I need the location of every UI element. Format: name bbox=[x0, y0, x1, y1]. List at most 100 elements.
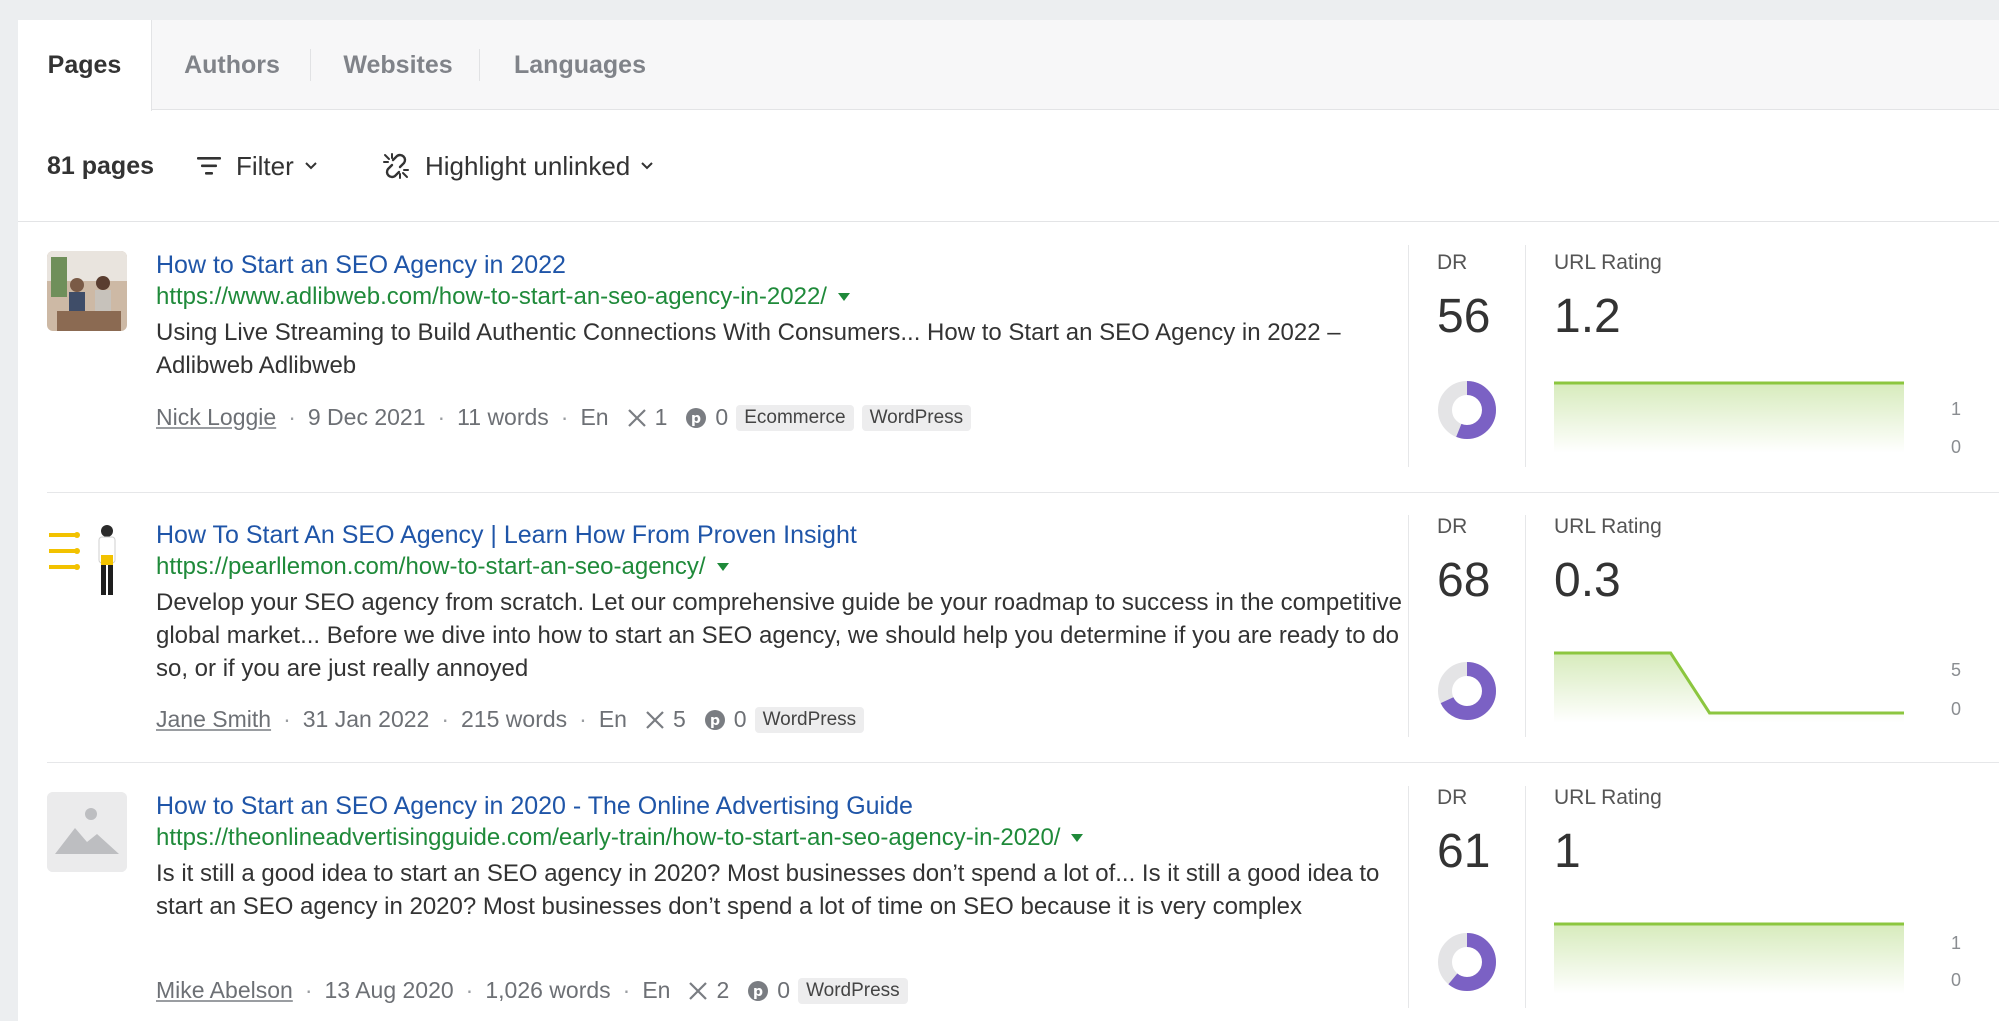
tag-badge: WordPress bbox=[754, 706, 865, 733]
results-panel: Pages Authors Websites Languages 81 page… bbox=[18, 20, 1999, 1021]
highlight-unlinked-button[interactable]: Highlight unlinked bbox=[381, 148, 654, 184]
table-row: How to Start an SEO Agency in 2020 - The… bbox=[47, 764, 1999, 1021]
page-snippet: Is it still a good idea to start an SEO … bbox=[156, 860, 1380, 920]
word-count: 1,026 words bbox=[485, 977, 611, 1003]
page-title-link[interactable]: How to Start an SEO Agency in 2022 bbox=[156, 251, 566, 280]
page-thumbnail[interactable] bbox=[47, 251, 127, 331]
x-shares: 5 bbox=[645, 706, 686, 733]
caret-down-icon[interactable] bbox=[1070, 833, 1084, 843]
tag-badge: Ecommerce bbox=[736, 404, 854, 431]
pinterest-icon: p bbox=[704, 709, 725, 730]
tab-languages[interactable]: Languages bbox=[484, 20, 676, 110]
svg-text:p: p bbox=[710, 713, 720, 729]
caret-down-icon[interactable] bbox=[837, 292, 851, 302]
url-rating-label: URL Rating bbox=[1554, 786, 1662, 809]
author-link[interactable]: Nick Loggie bbox=[156, 404, 276, 431]
pinterest-icon: p bbox=[686, 407, 707, 428]
author-link[interactable]: Mike Abelson bbox=[156, 977, 293, 1004]
highlight-unlinked-label: Highlight unlinked bbox=[425, 150, 631, 181]
page-title-link[interactable]: How To Start An SEO Agency | Learn How F… bbox=[156, 521, 857, 550]
svg-text:p: p bbox=[691, 411, 701, 427]
table-row: How To Start An SEO Agency | Learn How F… bbox=[47, 493, 1999, 763]
word-count: 11 words bbox=[457, 404, 549, 430]
sparkline-area bbox=[1554, 924, 1904, 994]
filter-button[interactable]: Filter bbox=[196, 148, 318, 184]
page-snippet: Using Live Streaming to Build Authentic … bbox=[156, 319, 1341, 379]
dr-value: 61 bbox=[1437, 825, 1491, 878]
tab-authors[interactable]: Authors bbox=[152, 20, 312, 110]
dr-donut bbox=[1438, 381, 1496, 439]
spark-y-min: 0 bbox=[1951, 970, 1962, 990]
tab-pages[interactable]: Pages bbox=[18, 20, 152, 111]
url-rating-sparkline bbox=[1554, 651, 1904, 723]
dr-donut bbox=[1438, 933, 1496, 991]
url-rating-label: URL Rating bbox=[1554, 515, 1662, 538]
url-rating-value: 1.2 bbox=[1554, 290, 1621, 343]
page-url-link[interactable]: https://pearllemon.com/how-to-start-an-s… bbox=[156, 553, 706, 581]
url-rating-label: URL Rating bbox=[1554, 251, 1662, 274]
dr-value: 56 bbox=[1437, 290, 1491, 343]
dr-value: 68 bbox=[1437, 554, 1491, 607]
svg-text:p: p bbox=[753, 984, 763, 1000]
chevron-down-icon bbox=[305, 162, 317, 170]
page-url-link[interactable]: https://www.adlibweb.com/how-to-start-an… bbox=[156, 283, 827, 311]
spark-y-min: 0 bbox=[1951, 437, 1962, 457]
x-icon bbox=[646, 710, 664, 729]
page-url-link[interactable]: https://theonlineadvertisingguide.com/ea… bbox=[156, 824, 1060, 852]
language: En bbox=[598, 706, 627, 732]
tab-separator bbox=[310, 49, 311, 81]
toolbar: 81 pages Filter Highlight unlinked bbox=[18, 110, 1999, 222]
url-rating-sparkline bbox=[1554, 922, 1904, 994]
dr-label: DR bbox=[1437, 786, 1468, 809]
x-icon bbox=[689, 981, 708, 1000]
url-rating-value: 0.3 bbox=[1554, 554, 1621, 607]
dr-donut bbox=[1438, 662, 1496, 720]
x-shares: 1 bbox=[627, 404, 667, 431]
page-url[interactable]: https://pearllemon.com/how-to-start-an-s… bbox=[156, 553, 730, 581]
spark-y-max: 1 bbox=[1951, 933, 1962, 953]
spark-y-max: 5 bbox=[1951, 660, 1962, 680]
dr-label: DR bbox=[1437, 515, 1468, 538]
x-icon bbox=[627, 408, 646, 427]
pinterest-icon: p bbox=[748, 980, 769, 1001]
tag-badge: WordPress bbox=[861, 404, 972, 431]
language: En bbox=[642, 977, 671, 1003]
page-meta: Jane Smith · 31 Jan 2022 · 215 words · E… bbox=[156, 706, 865, 733]
publish-date: 31 Jan 2022 bbox=[302, 706, 430, 732]
filter-icon bbox=[197, 157, 221, 175]
spark-y-min: 0 bbox=[1951, 699, 1962, 719]
publish-date: 9 Dec 2021 bbox=[307, 404, 426, 430]
tag-badge: WordPress bbox=[798, 977, 908, 1004]
image-placeholder-icon bbox=[47, 792, 127, 872]
page-title-link[interactable]: How to Start an SEO Agency in 2020 - The… bbox=[156, 792, 913, 821]
pinterest-shares: p 0 bbox=[747, 977, 790, 1004]
tab-bar: Pages Authors Websites Languages bbox=[18, 20, 1999, 111]
pinterest-shares: p 0 bbox=[685, 404, 728, 431]
url-rating-value: 1 bbox=[1554, 825, 1581, 878]
page-meta: Mike Abelson · 13 Aug 2020 · 1,026 words… bbox=[156, 977, 908, 1004]
publish-date: 13 Aug 2020 bbox=[324, 977, 454, 1003]
dr-label: DR bbox=[1437, 251, 1468, 274]
tab-separator bbox=[479, 49, 480, 81]
page-meta: Nick Loggie · 9 Dec 2021 · 11 words · En… bbox=[156, 404, 972, 431]
chevron-down-icon bbox=[641, 162, 653, 170]
tab-websites[interactable]: Websites bbox=[312, 20, 484, 110]
caret-down-icon[interactable] bbox=[716, 562, 730, 572]
broken-link-icon bbox=[383, 153, 409, 179]
page-url[interactable]: https://www.adlibweb.com/how-to-start-an… bbox=[156, 283, 851, 311]
spark-y-max: 1 bbox=[1951, 399, 1962, 419]
pinterest-shares: p 0 bbox=[704, 706, 747, 733]
x-shares: 2 bbox=[688, 977, 729, 1004]
page-thumbnail-placeholder[interactable] bbox=[47, 792, 127, 872]
sparkline-area bbox=[1554, 383, 1904, 453]
page-snippet: Develop your SEO agency from scratch. Le… bbox=[156, 589, 1402, 682]
author-link[interactable]: Jane Smith bbox=[156, 706, 271, 733]
table-row: How to Start an SEO Agency in 2022 https… bbox=[47, 223, 1999, 493]
page-thumbnail[interactable] bbox=[47, 521, 127, 601]
word-count: 215 words bbox=[461, 706, 568, 732]
filter-label: Filter bbox=[236, 150, 294, 181]
url-rating-sparkline bbox=[1554, 381, 1904, 453]
language: En bbox=[580, 404, 609, 430]
page-url[interactable]: https://theonlineadvertisingguide.com/ea… bbox=[156, 824, 1084, 852]
page-count: 81 pages bbox=[47, 152, 155, 180]
